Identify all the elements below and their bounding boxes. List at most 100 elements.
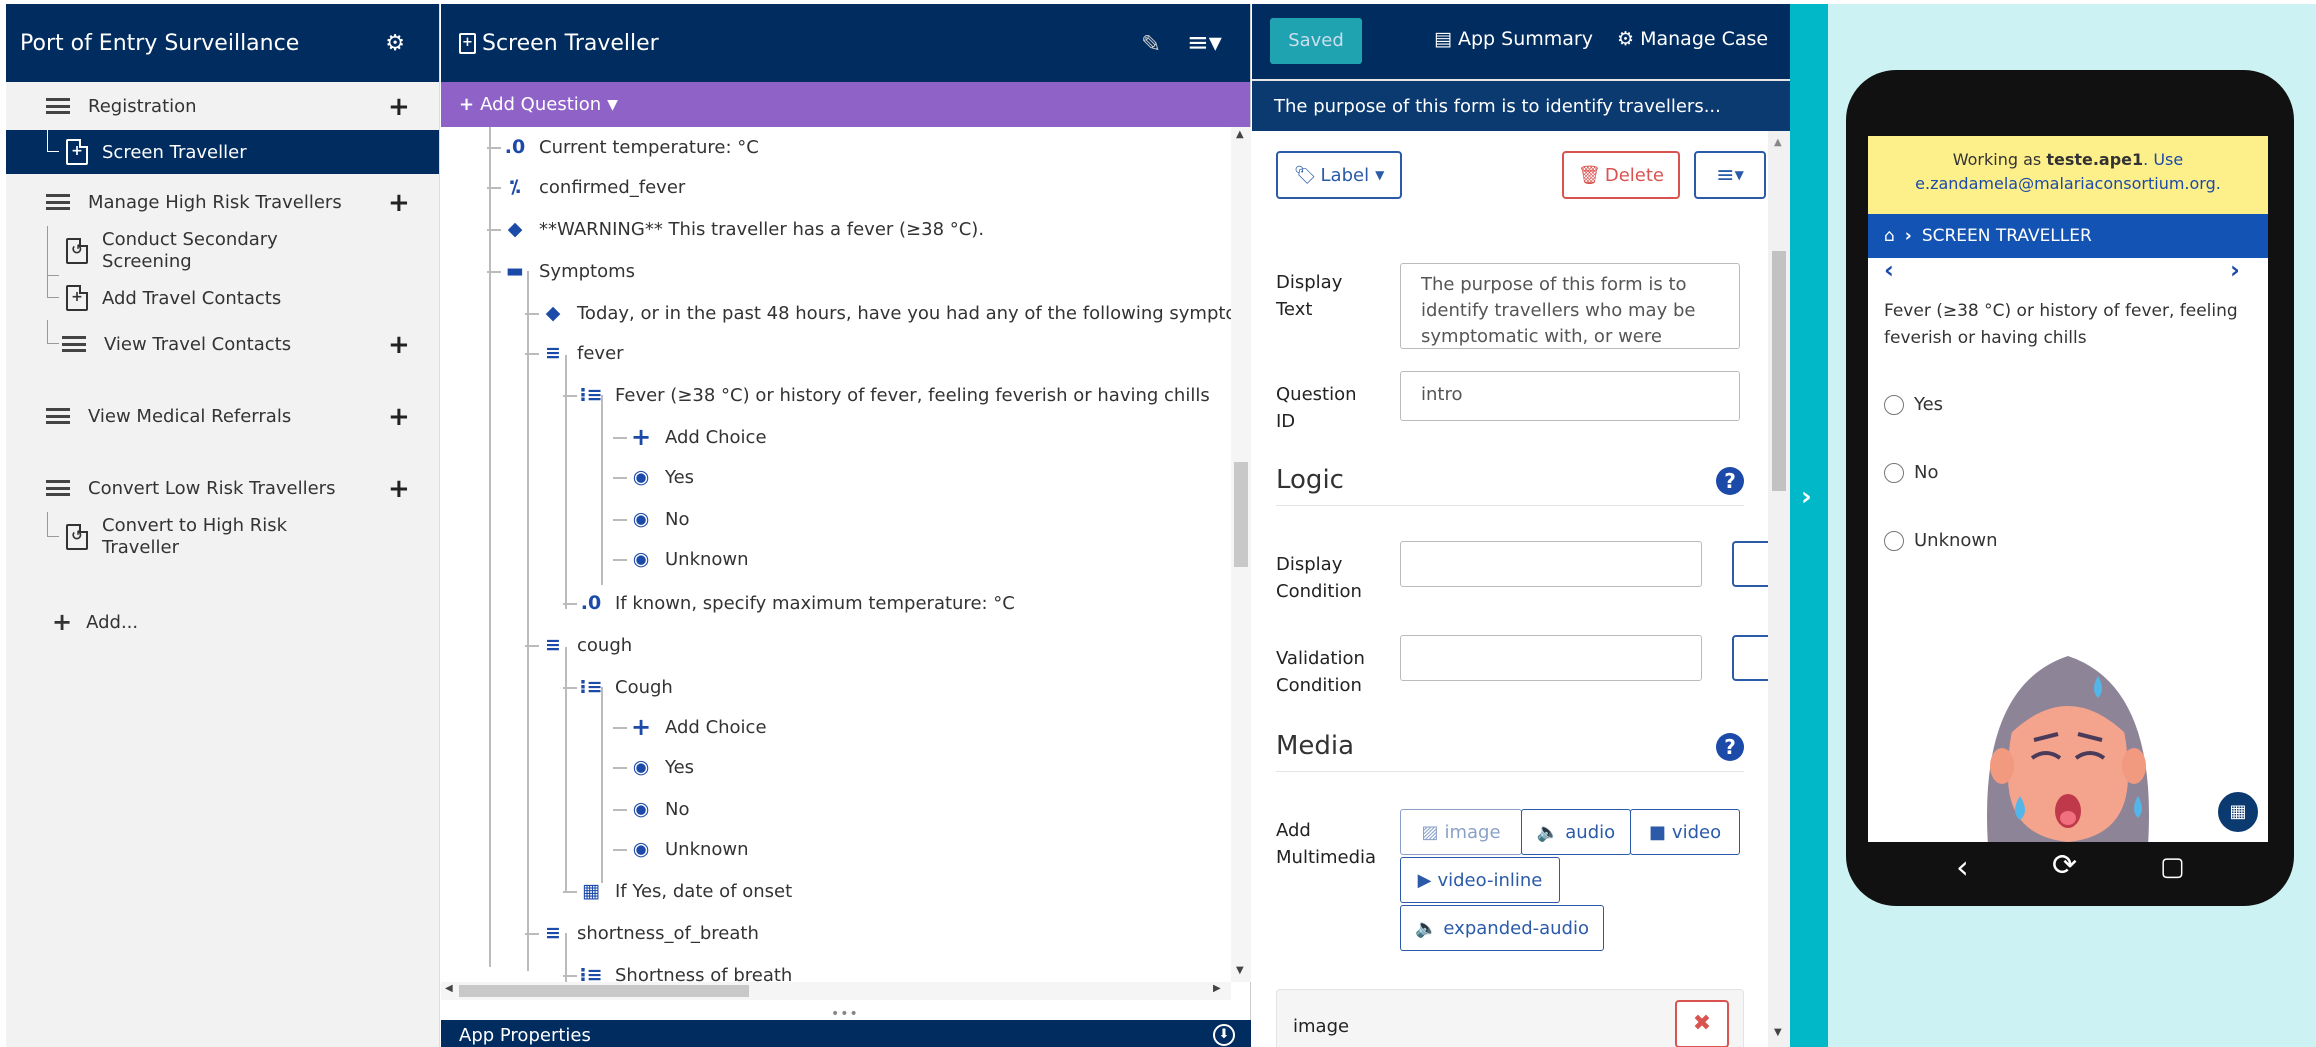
help-icon[interactable]: ? <box>1716 733 1744 761</box>
tree-row[interactable]: ≡ cough <box>541 625 632 665</box>
tree-row[interactable]: + Add Choice <box>629 417 767 457</box>
manage-case-link[interactable]: ⚙ Manage Case <box>1617 28 1768 50</box>
app-properties-bar[interactable]: App Properties ⬇ <box>441 1020 1251 1047</box>
scroll-up-icon[interactable]: ▲ <box>1236 129 1244 140</box>
back-icon[interactable]: ‹ <box>1956 848 1969 886</box>
add-video-inline-button[interactable]: ▶ video-inline <box>1400 857 1560 903</box>
tree-row[interactable]: ≡ fever <box>541 333 624 373</box>
editor-vertical-scrollbar[interactable]: ▲ ▼ <box>1768 131 1790 1047</box>
pencil-icon[interactable]: ✎ <box>1141 30 1161 58</box>
tree-horizontal-scrollbar[interactable]: ◀ ▶ <box>441 982 1231 1000</box>
home-icon[interactable]: ⌂ <box>1884 226 1895 246</box>
tree-row[interactable]: ◉ No <box>629 499 690 539</box>
saved-button[interactable]: Saved <box>1270 18 1362 64</box>
display-text-textarea[interactable]: The purpose of this form is to identify … <box>1400 263 1740 349</box>
square-icon[interactable]: ▢ <box>2160 852 2185 882</box>
tree-row[interactable]: ◆ Today, or in the past 48 hours, have yo… <box>541 293 1231 333</box>
radio-circle[interactable] <box>1884 530 1904 551</box>
tree-row[interactable]: .0 Current temperature: °C <box>503 127 759 167</box>
tree-row[interactable]: ◉ No <box>629 789 690 829</box>
scroll-right-icon[interactable]: ▶ <box>1213 983 1221 994</box>
scroll-thumb[interactable] <box>1772 251 1786 491</box>
add-form-plus-icon[interactable]: + <box>388 92 410 122</box>
tree-row[interactable]: ▬ Symptoms <box>503 251 635 291</box>
add-module-button[interactable]: + Add... <box>52 608 138 636</box>
media-section-heading: Media ? <box>1276 731 1744 772</box>
module-view-travel-contacts[interactable]: View Travel Contacts + <box>6 320 439 368</box>
previous-question-icon[interactable]: ‹ <box>1884 256 1894 284</box>
tree-row[interactable]: ≡ shortness_of_breath <box>541 913 759 953</box>
choice-icon: ◉ <box>632 466 650 488</box>
tree-row[interactable]: ⁝≡ Cough <box>579 667 672 707</box>
tree-branch-line <box>563 395 577 397</box>
scroll-left-icon[interactable]: ◀ <box>445 983 453 994</box>
option-no[interactable]: No <box>1884 462 1938 483</box>
label-type-button[interactable]: 🏷 Label ▼ <box>1276 151 1402 199</box>
form-convert-to-high-risk-traveller[interactable]: ↺ Convert to High Risk Traveller <box>6 512 439 562</box>
group-icon: ≡ <box>545 922 561 944</box>
add-form-plus-icon[interactable]: + <box>388 474 410 504</box>
tree-row[interactable]: ◆ **WARNING** This traveller has a fever … <box>503 209 984 249</box>
tree-row[interactable]: ◉ Unknown <box>629 539 749 579</box>
app-summary-link[interactable]: ▤ App Summary <box>1434 28 1593 50</box>
next-question-icon[interactable]: › <box>2230 256 2240 284</box>
tree-row[interactable]: ⁝≡ Fever (≥38 °C) or history of fever, fe… <box>579 375 1210 415</box>
radio-circle[interactable] <box>1884 462 1904 483</box>
gear-icon[interactable]: ⚙ <box>385 31 405 56</box>
scroll-thumb[interactable] <box>1234 462 1248 567</box>
radio-circle[interactable] <box>1884 394 1904 415</box>
module-registration[interactable]: Registration + <box>6 82 439 130</box>
tree-row-label: Fever (≥38 °C) or history of fever, feel… <box>615 384 1210 406</box>
module-view-medical-referrals[interactable]: View Medical Referrals + <box>6 392 439 440</box>
expand-down-icon[interactable]: ⬇ <box>1213 1024 1235 1046</box>
grid-icon[interactable]: ▦ <box>2216 790 2260 834</box>
form-menu-icon[interactable]: ≡▾ <box>1187 28 1222 58</box>
edit-validation-condition-button[interactable] <box>1732 635 1768 681</box>
scroll-down-icon[interactable]: ▼ <box>1236 965 1244 976</box>
question-menu-button[interactable]: ≡ ▼ <box>1694 151 1766 199</box>
tree-row[interactable]: ◉ Yes <box>629 457 694 497</box>
edit-display-condition-button[interactable] <box>1732 541 1768 587</box>
tree-row[interactable]: ⁝≡ Shortness of breath <box>579 955 792 982</box>
add-expanded-audio-button[interactable]: 🔈 expanded-audio <box>1400 905 1604 951</box>
add-question-button[interactable]: + Add Question ▼ <box>441 82 1250 127</box>
tree-branch-line <box>525 353 539 355</box>
remove-image-button[interactable]: ✖ <box>1675 1000 1729 1047</box>
tree-row[interactable]: + Add Choice <box>629 707 767 747</box>
form-add-travel-contacts[interactable]: + Add Travel Contacts <box>6 276 439 320</box>
tree-row[interactable]: ▦ If Yes, date of onset <box>579 871 792 911</box>
scroll-thumb[interactable] <box>459 985 749 997</box>
scroll-down-icon[interactable]: ▼ <box>1774 1027 1782 1038</box>
form-title[interactable]: Screen Traveller <box>482 31 659 56</box>
add-module-label: Add... <box>86 611 139 633</box>
form-conduct-secondary-screening[interactable]: ↺ Conduct Secondary Screening <box>6 226 439 276</box>
delete-button[interactable]: 🗑 Delete <box>1562 151 1680 199</box>
add-image-button[interactable]: ▨ image <box>1400 809 1522 855</box>
refresh-icon[interactable]: ⟳ <box>2052 848 2077 883</box>
tree-row-label: Symptoms <box>539 260 636 282</box>
help-icon[interactable]: ? <box>1716 467 1744 495</box>
module-manage-high-risk-travellers[interactable]: Manage High Risk Travellers + <box>6 178 439 226</box>
tree-row[interactable]: ◉ Yes <box>629 747 694 787</box>
add-form-plus-icon[interactable]: + <box>388 188 410 218</box>
validation-condition-input[interactable] <box>1400 635 1702 681</box>
switch-user-link[interactable]: e.zandamela@malariaconsortium.org. <box>1915 174 2221 193</box>
display-condition-input[interactable] <box>1400 541 1702 587</box>
add-form-plus-icon[interactable]: + <box>388 402 410 432</box>
tree-row[interactable]: ◉ Unknown <box>629 829 749 869</box>
form-icon: ↺ <box>66 238 88 264</box>
app-title[interactable]: Port of Entry Surveillance <box>20 31 299 56</box>
tree-vertical-scrollbar[interactable]: ▲ ▼ <box>1231 127 1251 982</box>
scroll-up-icon[interactable]: ▲ <box>1774 137 1782 148</box>
option-unknown[interactable]: Unknown <box>1884 530 1998 551</box>
add-form-plus-icon[interactable]: + <box>388 330 410 360</box>
tree-row[interactable]: ⁒ confirmed_fever <box>503 167 686 207</box>
preview-toggle-handle[interactable]: › <box>1790 4 1828 1047</box>
option-yes[interactable]: Yes <box>1884 394 1943 415</box>
module-convert-low-risk-travellers[interactable]: Convert Low Risk Travellers + <box>6 464 439 512</box>
form-screen-traveller[interactable]: + Screen Traveller <box>6 130 439 174</box>
tree-row[interactable]: .0 If known, specify maximum temperature:… <box>579 583 1015 623</box>
add-video-button[interactable]: ■ video <box>1630 809 1740 855</box>
question-id-input[interactable]: intro <box>1400 371 1740 421</box>
add-audio-button[interactable]: 🔈 audio <box>1521 809 1631 855</box>
